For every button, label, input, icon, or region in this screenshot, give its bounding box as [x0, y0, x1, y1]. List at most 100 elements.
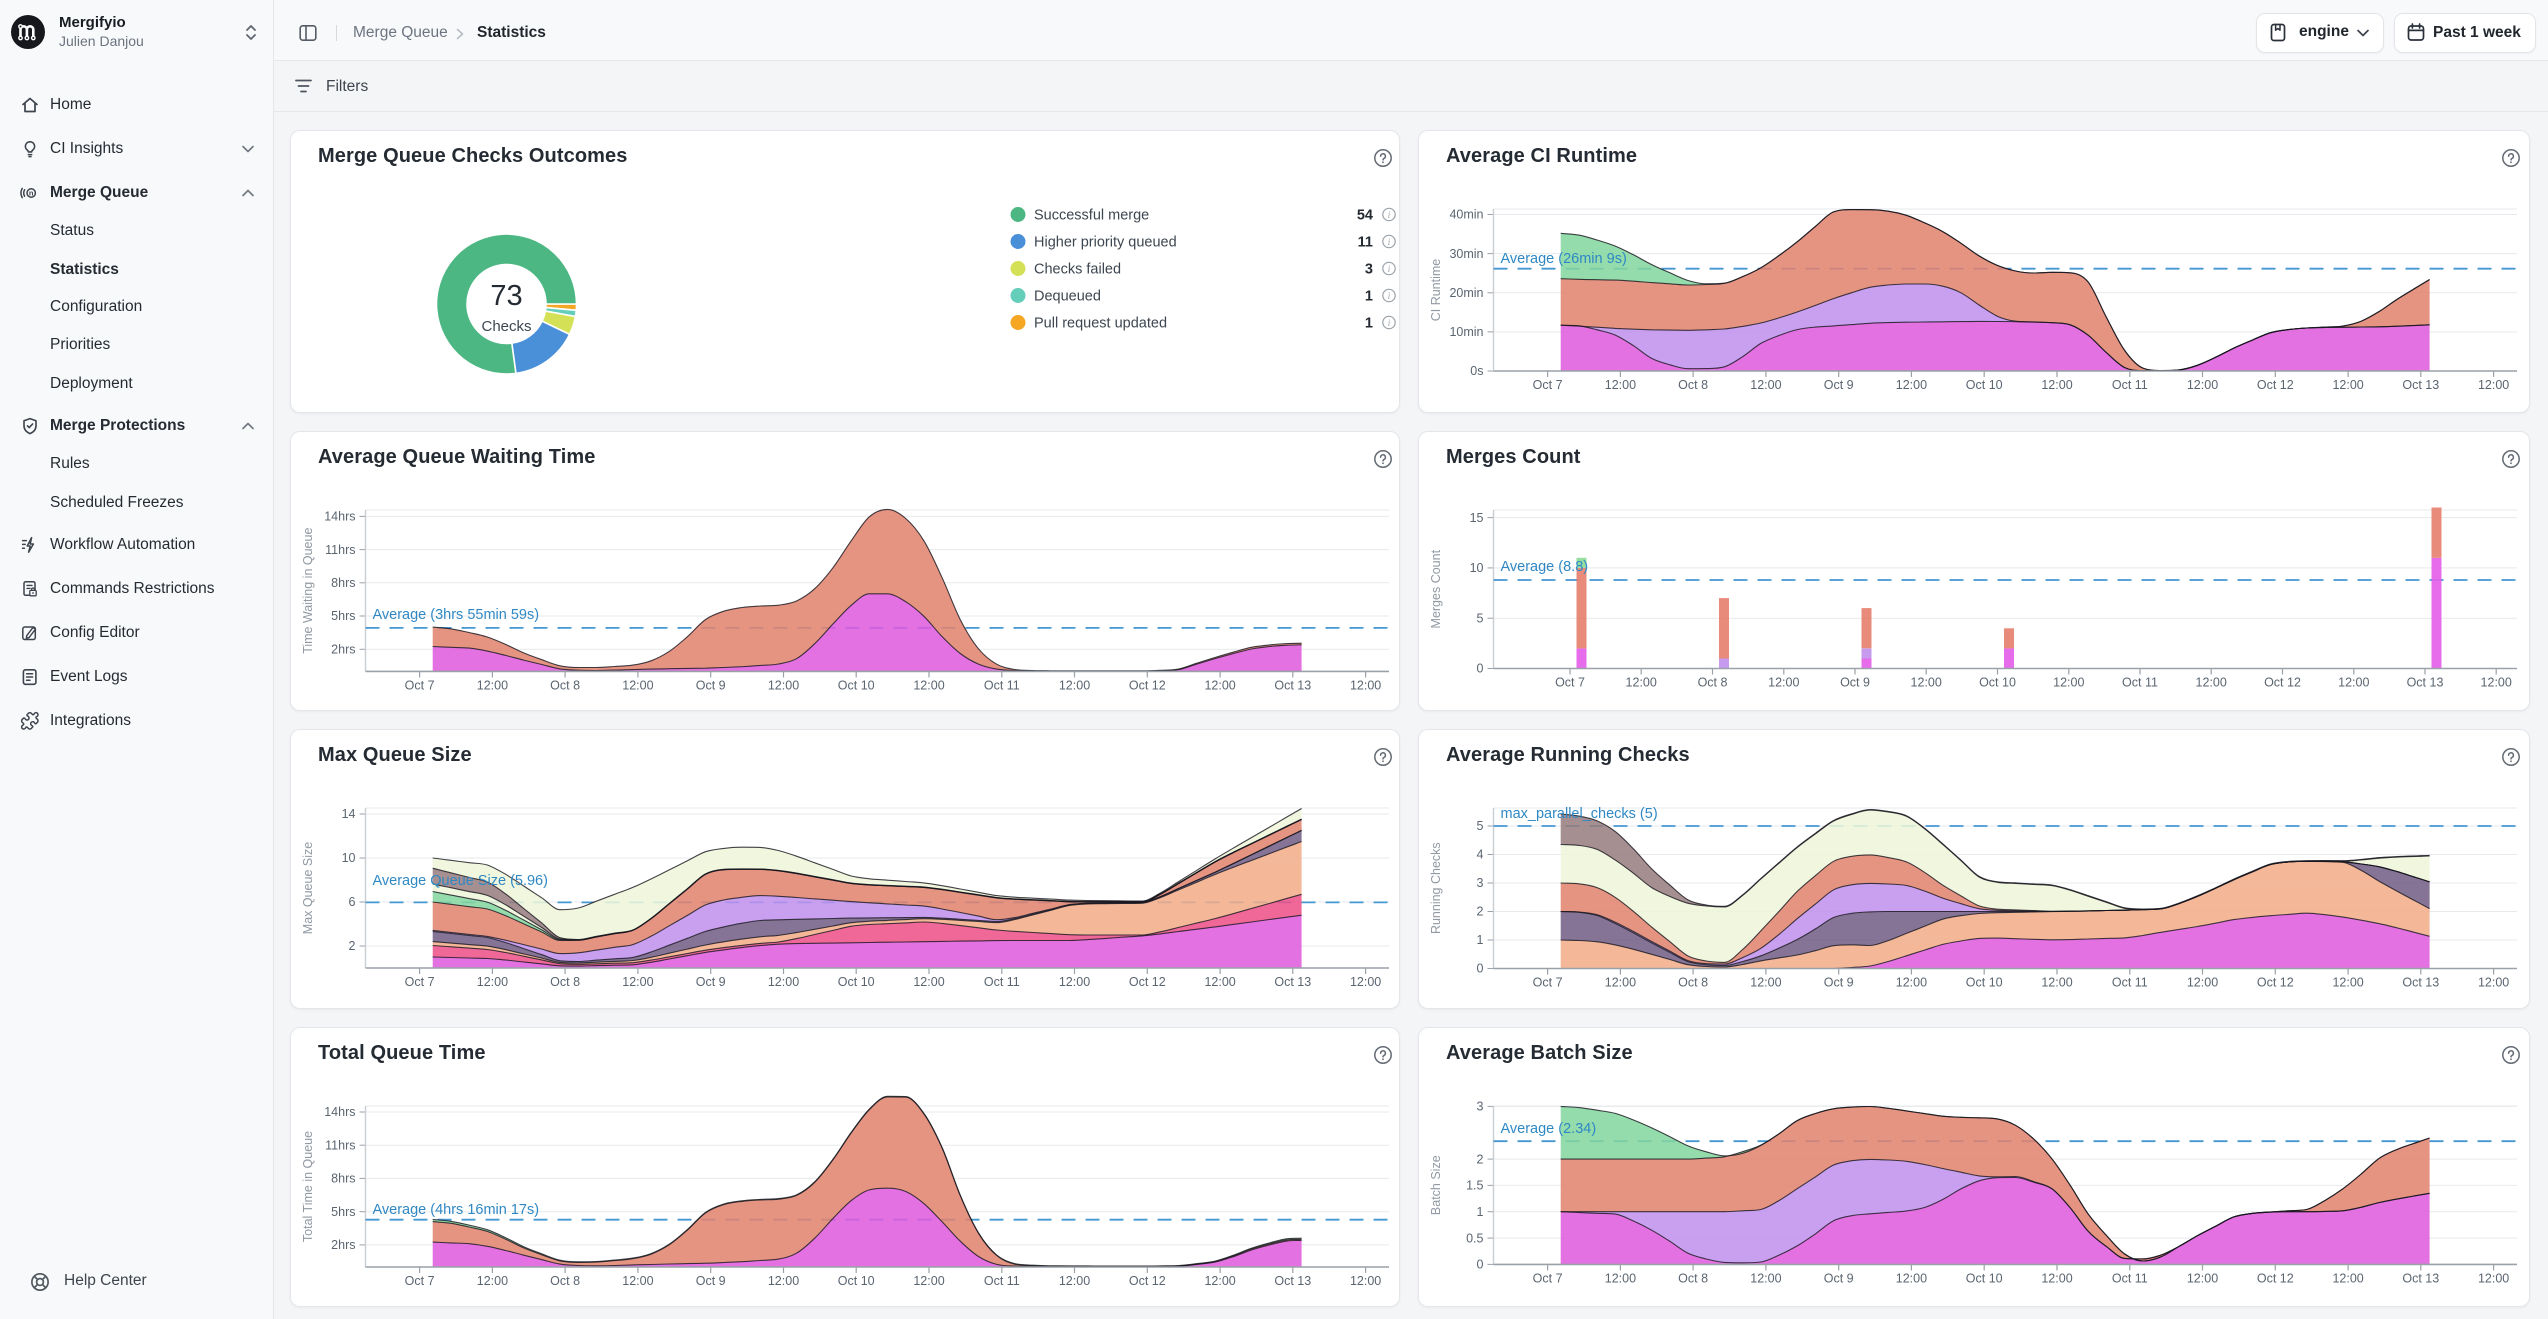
svg-text:Oct 12: Oct 12 [1129, 975, 1166, 989]
svg-text:0s: 0s [1470, 364, 1483, 378]
svg-text:12:00: 12:00 [1911, 676, 1942, 690]
svg-text:Dequeued: Dequeued [1034, 289, 1101, 305]
svg-text:Oct 7: Oct 7 [1533, 976, 1563, 990]
svg-text:Oct 7: Oct 7 [405, 1274, 435, 1288]
svg-text:n: n [29, 189, 34, 198]
svg-text:Oct 10: Oct 10 [1966, 1271, 2003, 1285]
svg-text:Oct 11: Oct 11 [984, 1274, 1020, 1288]
svg-text:Batch Size: Batch Size [1429, 1155, 1443, 1215]
svg-text:14hrs: 14hrs [324, 1105, 355, 1119]
svg-text:Oct 13: Oct 13 [2402, 976, 2439, 990]
svg-text:12:00: 12:00 [2332, 1271, 2363, 1285]
svg-text:Merges Count: Merges Count [1429, 549, 1443, 628]
svg-text:12:00: 12:00 [1059, 975, 1090, 989]
svg-text:20min: 20min [1449, 286, 1483, 300]
svg-text:40min: 40min [1449, 208, 1483, 222]
svg-text:12:00: 12:00 [477, 678, 508, 692]
svg-text:5hrs: 5hrs [331, 1205, 355, 1219]
svg-text:8hrs: 8hrs [331, 576, 355, 590]
svg-text:Oct 8: Oct 8 [550, 678, 580, 692]
svg-text:8hrs: 8hrs [331, 1172, 355, 1186]
svg-text:12:00: 12:00 [622, 678, 653, 692]
svg-text:0: 0 [1477, 1258, 1484, 1272]
svg-text:Oct 9: Oct 9 [1840, 676, 1870, 690]
svg-text:Successful merge: Successful merge [1034, 208, 1149, 224]
svg-text:12:00: 12:00 [1768, 676, 1799, 690]
svg-text:12:00: 12:00 [2196, 676, 2227, 690]
svg-text:Oct 7: Oct 7 [1533, 1271, 1563, 1285]
svg-text:12:00: 12:00 [622, 1274, 653, 1288]
svg-text:Oct 10: Oct 10 [1966, 976, 2003, 990]
svg-text:11: 11 [1358, 235, 1373, 251]
svg-text:2hrs: 2hrs [331, 1238, 355, 1252]
svg-text:12:00: 12:00 [2053, 676, 2084, 690]
svg-text:Higher priority queued: Higher priority queued [1034, 235, 1177, 251]
svg-text:12:00: 12:00 [913, 975, 944, 989]
svg-text:12:00: 12:00 [768, 1274, 799, 1288]
svg-text:Oct 13: Oct 13 [1274, 1274, 1311, 1288]
svg-text:12:00: 12:00 [1605, 1271, 1636, 1285]
svg-text:Oct 7: Oct 7 [1533, 378, 1563, 392]
svg-text:Oct 12: Oct 12 [1129, 678, 1166, 692]
svg-text:12:00: 12:00 [1750, 378, 1781, 392]
svg-text:5hrs: 5hrs [331, 609, 355, 623]
svg-text:12:00: 12:00 [2478, 976, 2509, 990]
svg-text:12:00: 12:00 [1750, 1271, 1781, 1285]
svg-text:12:00: 12:00 [1204, 1274, 1235, 1288]
svg-text:1.5: 1.5 [1466, 1179, 1483, 1193]
svg-text:12:00: 12:00 [1605, 976, 1636, 990]
svg-text:i: i [1388, 237, 1391, 247]
svg-text:Total Time in Queue: Total Time in Queue [301, 1131, 315, 1242]
svg-text:Oct 10: Oct 10 [838, 678, 875, 692]
svg-text:12:00: 12:00 [1204, 678, 1235, 692]
svg-text:30min: 30min [1449, 247, 1483, 261]
svg-text:Time Waiting in Queue: Time Waiting in Queue [301, 528, 315, 654]
svg-text:14hrs: 14hrs [324, 510, 355, 524]
svg-text:2: 2 [1477, 905, 1484, 919]
svg-text:6: 6 [349, 895, 356, 909]
svg-text:12:00: 12:00 [2187, 1271, 2218, 1285]
svg-text:Oct 10: Oct 10 [838, 1274, 875, 1288]
svg-text:Oct 8: Oct 8 [1678, 1271, 1708, 1285]
svg-text:Oct 10: Oct 10 [838, 975, 875, 989]
svg-text:2: 2 [349, 939, 356, 953]
svg-text:12:00: 12:00 [1059, 678, 1090, 692]
svg-text:5: 5 [1477, 611, 1484, 625]
svg-text:Oct 9: Oct 9 [1824, 378, 1854, 392]
svg-text:12:00: 12:00 [2478, 1271, 2509, 1285]
svg-text:2hrs: 2hrs [331, 643, 355, 657]
svg-text:12:00: 12:00 [1350, 975, 1381, 989]
svg-text:3: 3 [1477, 1100, 1484, 1114]
svg-text:10min: 10min [1449, 325, 1483, 339]
svg-text:Oct 12: Oct 12 [2264, 676, 2301, 690]
svg-text:CI Runtime: CI Runtime [1429, 259, 1443, 322]
svg-text:Oct 9: Oct 9 [1824, 976, 1854, 990]
svg-text:Oct 8: Oct 8 [550, 1274, 580, 1288]
svg-text:Oct 7: Oct 7 [405, 975, 435, 989]
svg-text:Oct 13: Oct 13 [2402, 378, 2439, 392]
svg-text:Oct 13: Oct 13 [1274, 975, 1311, 989]
svg-text:Oct 13: Oct 13 [2402, 1271, 2439, 1285]
svg-text:Oct 9: Oct 9 [696, 975, 726, 989]
svg-text:Average (4hrs 16min 17s): Average (4hrs 16min 17s) [373, 1202, 540, 1218]
svg-text:12:00: 12:00 [1059, 1274, 1090, 1288]
svg-text:12:00: 12:00 [1896, 378, 1927, 392]
svg-text:Oct 11: Oct 11 [984, 678, 1020, 692]
svg-text:12:00: 12:00 [2041, 378, 2072, 392]
svg-text:Oct 11: Oct 11 [2112, 1271, 2148, 1285]
svg-text:Oct 11: Oct 11 [984, 975, 1020, 989]
svg-text:1: 1 [1365, 316, 1373, 332]
svg-text:Running Checks: Running Checks [1429, 842, 1443, 934]
svg-text:Oct 12: Oct 12 [2257, 976, 2294, 990]
svg-text:12:00: 12:00 [2187, 378, 2218, 392]
svg-text:3: 3 [1365, 262, 1373, 278]
svg-text:Oct 11: Oct 11 [2112, 378, 2148, 392]
svg-text:Average (3hrs 55min 59s): Average (3hrs 55min 59s) [373, 607, 540, 623]
svg-text:12:00: 12:00 [2338, 676, 2369, 690]
svg-text:Oct 9: Oct 9 [696, 1274, 726, 1288]
svg-text:Oct 11: Oct 11 [2122, 676, 2158, 690]
svg-text:Oct 13: Oct 13 [2407, 676, 2444, 690]
svg-text:Oct 11: Oct 11 [2112, 976, 2148, 990]
svg-text:0.5: 0.5 [1466, 1231, 1483, 1245]
svg-text:12:00: 12:00 [622, 975, 653, 989]
